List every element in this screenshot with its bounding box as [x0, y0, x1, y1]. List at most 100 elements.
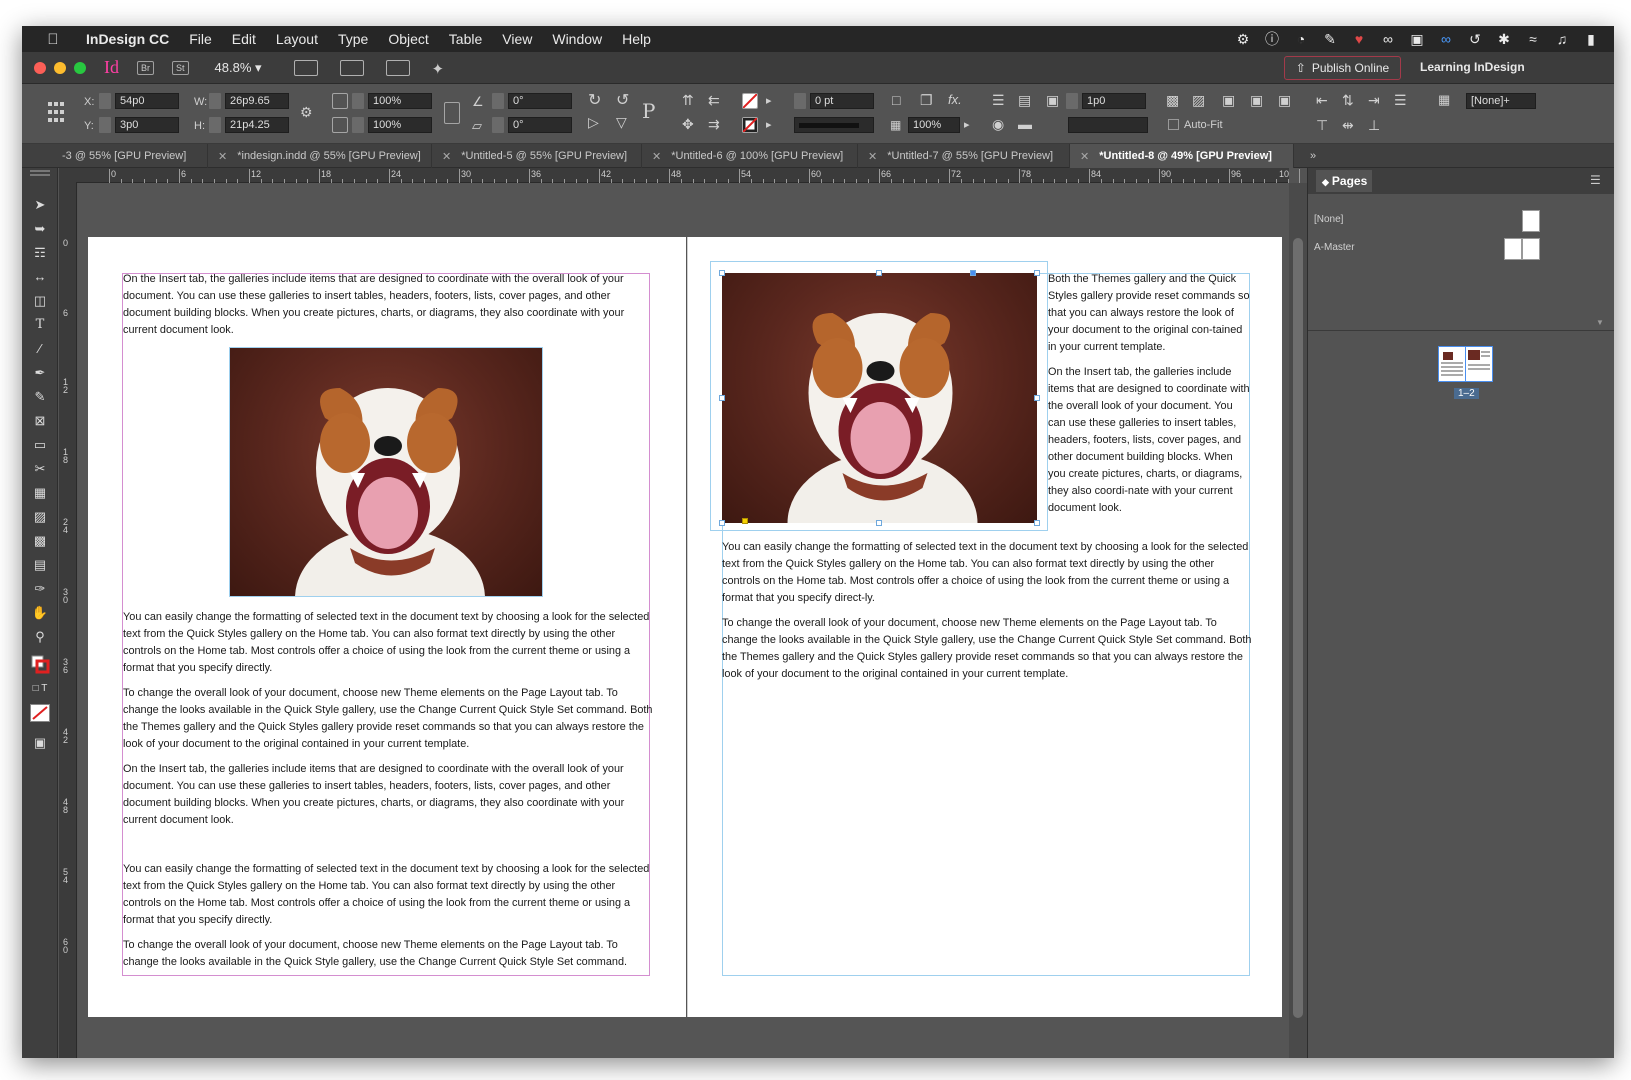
screen-mode-icon[interactable]	[339, 59, 364, 76]
zoom-level-dropdown[interactable]: 48.8% ▾	[215, 60, 262, 76]
resize-handle[interactable]	[1034, 395, 1040, 401]
a-master-right-thumbnail[interactable]	[1522, 238, 1540, 260]
fill-none-swatch[interactable]	[742, 93, 758, 109]
distribute-icon[interactable]: ☰	[1394, 92, 1407, 109]
menu-layout[interactable]: Layout	[266, 31, 328, 47]
scale-y-stepper[interactable]	[352, 117, 364, 133]
link-scale-icon[interactable]	[444, 102, 460, 124]
minimize-window-button[interactable]	[54, 61, 66, 74]
x-stepper[interactable]	[99, 93, 111, 109]
pencil-tool-icon[interactable]: ✎	[30, 388, 50, 406]
y-stepper[interactable]	[99, 117, 111, 133]
close-tab-icon[interactable]: ✕	[442, 150, 451, 163]
select-container-icon[interactable]: ⇈	[682, 92, 694, 109]
rotate-ccw-icon[interactable]: ↺	[616, 90, 629, 110]
fill-stroke-swatch-icon[interactable]	[30, 654, 50, 674]
time-machine-icon[interactable]: ↺	[1466, 31, 1484, 48]
note-tool-icon[interactable]: ▤	[30, 556, 50, 574]
view-options-icon[interactable]	[293, 59, 318, 76]
shear-stepper[interactable]	[492, 117, 504, 133]
battery-icon[interactable]: ▮	[1582, 31, 1600, 48]
align-bottom-icon[interactable]: ⊥	[1368, 117, 1380, 134]
menu-help[interactable]: Help	[612, 31, 661, 47]
flip-horizontal-icon[interactable]: ▷	[588, 114, 599, 131]
resize-handle[interactable]	[876, 520, 882, 526]
text-wrap-jump-icon[interactable]: ▬	[1018, 116, 1032, 132]
vertical-scrollbar[interactable]	[1289, 183, 1307, 1058]
apple-icon[interactable]: 	[36, 31, 70, 48]
creative-cloud-icon[interactable]: ∞	[1379, 31, 1397, 47]
gpu-performance-icon[interactable]: ✦	[432, 60, 445, 78]
scale-y-field[interactable]: 100%	[368, 117, 432, 133]
doc-tab-1[interactable]: -3 @ 55% [GPU Preview]	[22, 144, 208, 168]
rotate-stepper[interactable]	[492, 93, 504, 109]
align-left-icon[interactable]: ⇤	[1316, 92, 1328, 109]
close-tab-icon[interactable]: ✕	[218, 150, 227, 163]
zoom-window-button[interactable]	[74, 61, 86, 74]
stroke-weight-field[interactable]: 0 pt	[810, 93, 874, 109]
panel-grip-icon[interactable]	[30, 170, 50, 176]
pasteboard[interactable]: On the Insert tab, the galleries include…	[78, 183, 1289, 1058]
stroke-none-swatch[interactable]	[742, 117, 758, 133]
selection-tool-icon[interactable]: ➤	[30, 196, 50, 214]
zoom-tool-icon[interactable]: ⚲	[30, 628, 50, 646]
workspace-switcher[interactable]: Learning InDesign	[1420, 60, 1525, 74]
direct-selection-tool-icon[interactable]: ➥	[30, 220, 50, 238]
page-left[interactable]: On the Insert tab, the galleries include…	[88, 237, 686, 1017]
scrollbar-thumb[interactable]	[1293, 238, 1303, 1018]
shear-field[interactable]: 0°	[508, 117, 572, 133]
frame-fitting-dropdown[interactable]	[1068, 117, 1148, 133]
align-top-icon[interactable]: ⊤	[1316, 117, 1328, 134]
rectangle-frame-tool-icon[interactable]: ⊠	[30, 412, 50, 430]
stroke-swatch-menu-icon[interactable]: ▸	[766, 118, 772, 131]
formatting-affects-icon[interactable]: □ T	[30, 680, 50, 698]
dog-image-right-selected[interactable]	[722, 273, 1037, 523]
info-icon[interactable]: ⓘ	[1263, 29, 1281, 49]
a-master-label[interactable]: A-Master	[1314, 242, 1355, 253]
page-1-thumbnail[interactable]	[1438, 346, 1466, 382]
fit-proportional-icon[interactable]: ▣	[1278, 92, 1291, 109]
free-transform-tool-icon[interactable]: ▦	[30, 484, 50, 502]
resize-handle[interactable]	[719, 395, 725, 401]
rotate-cw-icon[interactable]: ↻	[588, 90, 601, 110]
arrange-documents-icon[interactable]	[385, 59, 410, 76]
pen-tool-icon[interactable]: ✒	[30, 364, 50, 382]
text-wrap-shape-icon[interactable]: ◉	[992, 116, 1004, 133]
none-master-label[interactable]: [None]	[1314, 214, 1343, 225]
fill-frame-icon[interactable]: ▩	[1166, 92, 1179, 109]
right-wrap-text[interactable]: Both the Themes gallery and the Quick St…	[1048, 271, 1250, 525]
menu-table[interactable]: Table	[439, 31, 492, 47]
rectangle-tool-icon[interactable]: ▭	[30, 436, 50, 454]
corner-options-icon[interactable]: □	[892, 92, 900, 108]
scroll-down-icon[interactable]: ▼	[1596, 318, 1604, 327]
app-name-menu[interactable]: InDesign CC	[70, 31, 179, 47]
left-text-bottom[interactable]: You can easily change the formatting of …	[123, 609, 653, 979]
bridge-button[interactable]: Br	[137, 60, 154, 75]
apply-none-icon[interactable]	[30, 704, 50, 722]
right-full-text[interactable]: You can easily change the formatting of …	[722, 539, 1252, 691]
w-field[interactable]: 26p9.65	[225, 93, 289, 109]
hand-tool-icon[interactable]: ✋	[30, 604, 50, 622]
text-wrap-none-icon[interactable]: ☰	[992, 92, 1005, 109]
screen-mode-tool-icon[interactable]: ▣	[30, 734, 50, 752]
resize-handle[interactable]	[876, 270, 882, 276]
pages-panel-tab[interactable]: ◆ Pages	[1316, 170, 1372, 192]
doc-tab-6-active[interactable]: ✕ *Untitled-8 @ 49% [GPU Preview]	[1070, 144, 1294, 168]
align-middle-icon[interactable]: ⇹	[1342, 117, 1354, 134]
effects-icon[interactable]: fx.	[948, 92, 962, 107]
h-stepper[interactable]	[209, 117, 221, 133]
doc-tab-3[interactable]: ✕ *Untitled-5 @ 55% [GPU Preview]	[432, 144, 642, 168]
constrain-proportions-icon[interactable]: ⚙	[300, 104, 313, 121]
gap-tool-icon[interactable]: ↔	[30, 268, 50, 286]
flip-vertical-icon[interactable]: ▽	[616, 114, 627, 131]
h-field[interactable]: 21p4.25	[225, 117, 289, 133]
doc-tab-2[interactable]: ✕ *indesign.indd @ 55% [GPU Preview]	[208, 144, 432, 168]
select-content-icon[interactable]: ✥	[682, 116, 694, 133]
left-text-top[interactable]: On the Insert tab, the galleries include…	[123, 271, 653, 347]
opacity-field[interactable]: 100%	[908, 117, 960, 133]
doc-tab-4[interactable]: ✕ *Untitled-6 @ 100% [GPU Preview]	[642, 144, 858, 168]
menu-view[interactable]: View	[492, 31, 542, 47]
close-window-button[interactable]	[34, 61, 46, 74]
resize-handle[interactable]	[1034, 520, 1040, 526]
stroke-weight-stepper[interactable]	[794, 93, 806, 109]
